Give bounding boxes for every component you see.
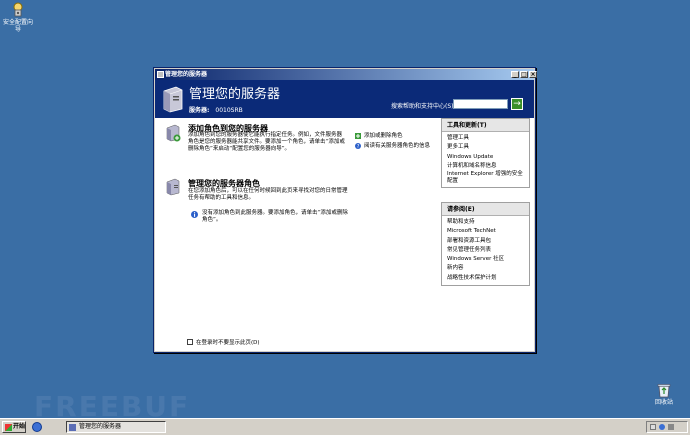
see-also-common-tasks[interactable]: 常见管理任务列表 xyxy=(447,246,524,255)
add-remove-role-label: 添加或删除角色 xyxy=(364,133,403,139)
server-info: 服务器: 0010SRB xyxy=(189,105,243,114)
freebuf-watermark: FREEBUF xyxy=(34,390,190,420)
header-title: 管理您的服务器 xyxy=(189,87,281,102)
windows-flag-icon xyxy=(5,424,12,431)
tools-link-admin-tools[interactable]: 管理工具 xyxy=(447,134,524,143)
system-tray xyxy=(646,421,688,433)
quick-launch-ie-icon[interactable] xyxy=(32,422,42,432)
taskbar-window-button[interactable]: 管理您的服务器 xyxy=(66,421,166,433)
info-icon xyxy=(191,211,198,218)
tools-link-more-tools[interactable]: 更多工具 xyxy=(447,143,524,152)
dont-show-checkbox[interactable] xyxy=(187,339,193,345)
window-titlebar[interactable]: 管理您的服务器 _ □ × xyxy=(155,69,537,80)
add-role-server-icon xyxy=(166,124,181,142)
watermark-text: FREEBUF xyxy=(34,390,190,420)
security-tray-icon[interactable] xyxy=(659,424,665,430)
read-role-info-link[interactable]: ? 阅读有关服务器角色的信息 xyxy=(355,143,437,150)
volume-icon[interactable] xyxy=(668,424,674,430)
tools-link-computer-domain[interactable]: 计算机和域名称信息 xyxy=(447,162,524,171)
search-go-button[interactable]: → xyxy=(511,98,523,110)
see-also-protection-program[interactable]: 战略性技术保护计划 xyxy=(447,274,524,283)
help-search-input[interactable] xyxy=(453,99,508,109)
recycle-bin-label: 回收站 xyxy=(654,399,673,406)
see-also-deploy-kit[interactable]: 部署和资源工具包 xyxy=(447,237,524,246)
green-plus-icon xyxy=(355,133,361,139)
taskbar-window-label: 管理您的服务器 xyxy=(79,423,122,430)
window-content: 添加角色到您的服务器 添加角色到您的服务器使它能执行指定任务。例如，文件服务器 … xyxy=(155,118,534,351)
add-role-description: 添加角色到您的服务器使它能执行指定任务。例如，文件服务器 角色是您的服务器能共享… xyxy=(188,132,345,152)
close-button[interactable]: × xyxy=(529,71,537,78)
server-name: 0010SRB xyxy=(215,107,243,114)
manage-role-server-icon xyxy=(166,178,180,196)
desktop-icon-recycle-bin[interactable]: 回收站 xyxy=(650,382,678,406)
manage-role-description: 在您添加角色后，可以在任何时候回到此页来寻找对您的日常管理任务有帮助的工具和信息… xyxy=(188,188,348,201)
see-also-panel: 请参阅(E) 帮助和支持 Microsoft TechNet 部署和资源工具包 … xyxy=(441,202,530,287)
security-wizard-icon xyxy=(13,2,23,17)
manage-server-window: 管理您的服务器 _ □ × 管理您的服务器 服务器: 0010SRB 搜索帮助和支… xyxy=(153,67,537,353)
svg-text:?: ? xyxy=(357,144,360,149)
server-label: 服务器: xyxy=(189,107,210,114)
manage-server-mini-icon xyxy=(69,424,76,431)
see-also-technet[interactable]: Microsoft TechNet xyxy=(447,227,524,236)
recycle-bin-icon xyxy=(657,384,671,398)
window-app-icon xyxy=(157,71,164,78)
dont-show-checkbox-row[interactable]: 在登录时不要显示此页(D) xyxy=(187,338,260,346)
see-also-header[interactable]: 请参阅(E) xyxy=(442,203,529,216)
tools-link-ie-security[interactable]: Internet Explorer 增强的安全配置 xyxy=(447,171,524,185)
tools-updates-header[interactable]: 工具和更新(T) xyxy=(442,119,529,132)
desktop-icon-security-wizard[interactable]: 安全配置向导 xyxy=(2,2,34,33)
tools-updates-panel: 工具和更新(T) 管理工具 更多工具 Windows Update 计算机和域名… xyxy=(441,118,530,189)
network-icon[interactable] xyxy=(650,424,656,430)
add-remove-role-link[interactable]: 添加或删除角色 xyxy=(355,133,403,140)
minimize-button[interactable]: _ xyxy=(511,71,519,78)
start-label: 开始 xyxy=(13,423,26,430)
dont-show-label: 在登录时不要显示此页(D) xyxy=(196,340,260,346)
help-icon: ? xyxy=(355,143,361,149)
see-also-help-support[interactable]: 帮助和支持 xyxy=(447,218,524,227)
tools-link-windows-update[interactable]: Windows Update xyxy=(447,153,524,162)
no-roles-info-text: 没有添加角色到此服务器。要添加角色，请单击“添加或删除角色”。 xyxy=(202,210,348,223)
see-also-community[interactable]: Windows Server 社区 xyxy=(447,255,524,264)
window-header: 管理您的服务器 服务器: 0010SRB 搜索帮助和支持中心(S) → xyxy=(155,80,534,118)
read-role-info-label: 阅读有关服务器角色的信息 xyxy=(364,143,431,149)
start-button[interactable]: 开始 xyxy=(2,421,26,433)
taskbar: 开始 管理您的服务器 xyxy=(0,418,690,435)
server-icon xyxy=(163,86,183,113)
see-also-whats-new[interactable]: 新内容 xyxy=(447,264,524,273)
search-label: 搜索帮助和支持中心(S) xyxy=(391,103,454,110)
window-title: 管理您的服务器 xyxy=(165,71,208,78)
no-roles-info: 没有添加角色到此服务器。要添加角色，请单击“添加或删除角色”。 xyxy=(191,210,351,224)
security-wizard-label: 安全配置向导 xyxy=(2,19,33,33)
maximize-button[interactable]: □ xyxy=(520,71,528,78)
